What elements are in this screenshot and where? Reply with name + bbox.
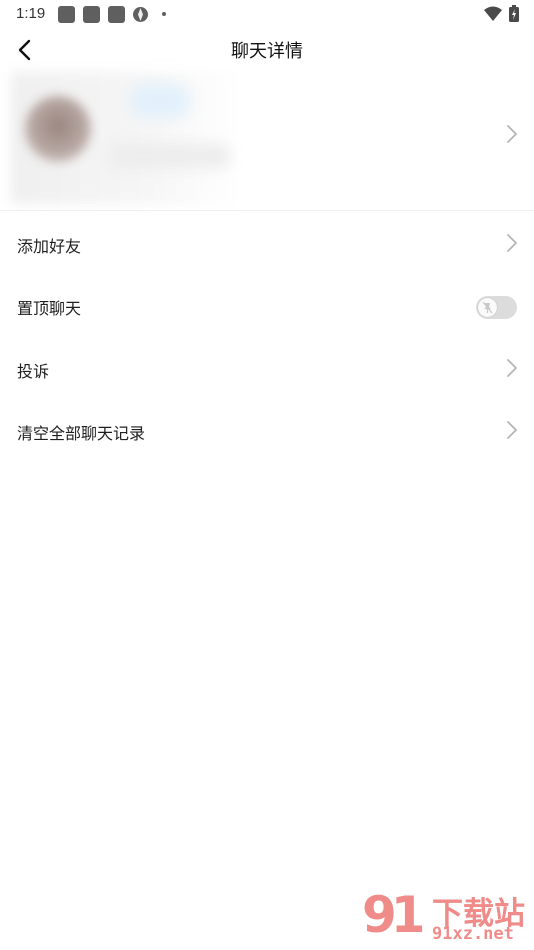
status-time: 1:19 bbox=[16, 5, 46, 22]
status-bar: 1:19 bbox=[0, 0, 534, 28]
divider bbox=[0, 210, 534, 211]
chevron-right-icon bbox=[507, 234, 517, 252]
pin-chat-label: 置顶聊天 bbox=[17, 299, 82, 318]
chevron-right-icon bbox=[507, 359, 517, 377]
profile-info-blurred bbox=[110, 144, 230, 168]
pin-chat-toggle[interactable] bbox=[476, 296, 517, 319]
clear-history-label: 清空全部聊天记录 bbox=[17, 424, 146, 443]
chevron-right-icon bbox=[507, 421, 517, 439]
wifi-icon bbox=[484, 6, 502, 21]
page-title: 聊天详情 bbox=[231, 41, 303, 62]
add-friend-row[interactable]: 添加好友 bbox=[0, 212, 534, 274]
profile-name-blurred bbox=[130, 84, 190, 118]
profile-card[interactable] bbox=[0, 72, 534, 210]
pin-chat-row: 置顶聊天 bbox=[0, 274, 534, 336]
notification-icon bbox=[83, 6, 100, 23]
report-row[interactable]: 投诉 bbox=[0, 337, 534, 399]
watermark-91: 91 bbox=[362, 886, 426, 944]
battery-icon bbox=[509, 5, 519, 22]
watermark-logo: 91 下载站 91xz.net bbox=[362, 886, 532, 948]
add-friend-label: 添加好友 bbox=[17, 237, 82, 256]
chevron-right-icon bbox=[507, 125, 517, 143]
notification-icon bbox=[58, 6, 75, 23]
avatar bbox=[25, 96, 91, 162]
notification-icon bbox=[108, 6, 125, 23]
navigation-bar: 聊天详情 bbox=[0, 28, 534, 70]
aperture-icon bbox=[133, 7, 148, 22]
more-notifications-dot bbox=[162, 12, 166, 16]
toggle-knob bbox=[478, 298, 497, 317]
report-label: 投诉 bbox=[17, 362, 50, 381]
watermark-site: 91xz.net bbox=[432, 924, 514, 944]
clear-history-row[interactable]: 清空全部聊天记录 bbox=[0, 399, 534, 461]
pin-off-icon bbox=[482, 301, 493, 314]
